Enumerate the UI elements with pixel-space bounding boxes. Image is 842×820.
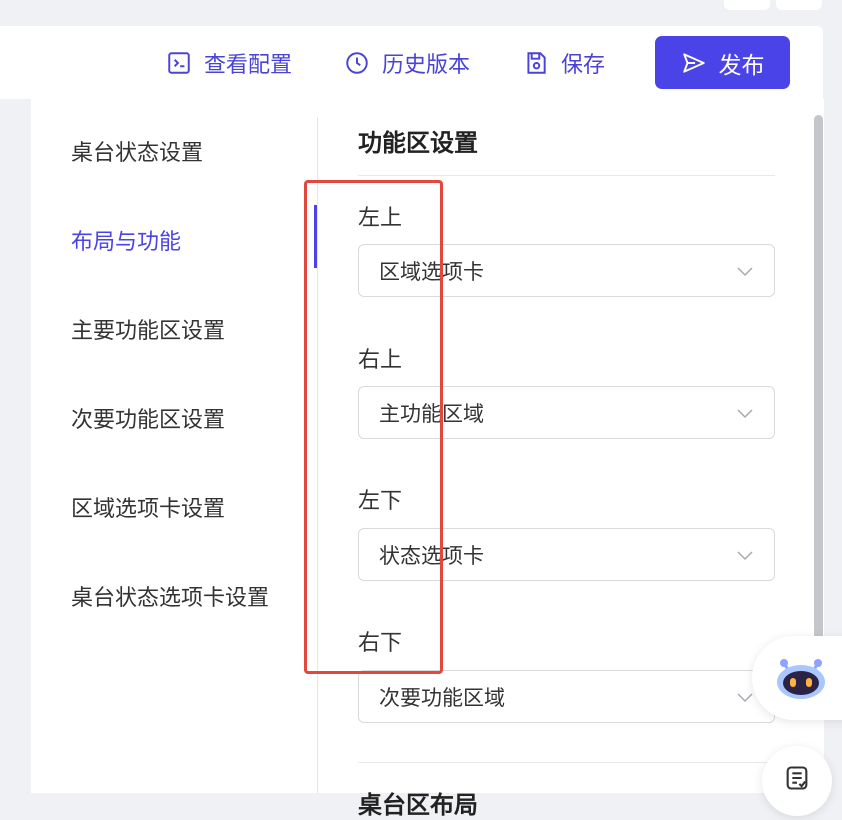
clock-icon: [346, 52, 368, 74]
chevron-down-icon: [737, 409, 753, 419]
divider: [317, 117, 318, 793]
nav-item-area-tab[interactable]: 区域选项卡设置: [71, 491, 225, 523]
select-value: 状态选项卡: [379, 543, 484, 568]
field-label-bottom-right: 右下: [358, 631, 403, 656]
notes-icon: [786, 766, 808, 790]
save-label: 保存: [561, 53, 606, 78]
field-label-bottom-left: 左下: [358, 489, 403, 514]
next-section-title: 桌台区布局: [358, 791, 478, 819]
select-bottom-left[interactable]: 状态选项卡: [358, 528, 775, 581]
window-control[interactable]: [776, 0, 822, 10]
history-button[interactable]: 历史版本: [344, 37, 470, 89]
save-button[interactable]: 保存: [523, 37, 605, 89]
select-value: 区域选项卡: [379, 259, 484, 284]
window-control[interactable]: [724, 0, 770, 10]
terminal-icon: [168, 52, 190, 74]
select-top-right[interactable]: 主功能区域: [358, 386, 775, 439]
view-config-label: 查看配置: [204, 53, 293, 78]
section-title: 功能区设置: [358, 129, 478, 157]
toolbar: 查看配置 历史版本 保存 发布: [0, 26, 823, 99]
publish-label: 发布: [718, 52, 765, 79]
robot-assistant-icon: [777, 659, 825, 699]
assistant-button[interactable]: [752, 636, 842, 720]
field-label-top-left: 左上: [358, 206, 403, 231]
select-bottom-right[interactable]: 次要功能区域: [358, 670, 775, 723]
view-config-button[interactable]: 查看配置: [166, 37, 292, 89]
save-icon: [527, 52, 546, 74]
select-value: 次要功能区域: [379, 685, 505, 710]
nav-item-table-status[interactable]: 桌台状态设置: [71, 135, 203, 167]
divider: [358, 175, 775, 176]
scrollbar-thumb[interactable]: [814, 115, 823, 695]
select-top-left[interactable]: 区域选项卡: [358, 244, 775, 297]
field-label-top-right: 右上: [358, 348, 403, 373]
nav-item-primary-area[interactable]: 主要功能区设置: [71, 313, 225, 345]
notes-button[interactable]: [762, 746, 832, 816]
publish-button[interactable]: 发布: [655, 36, 790, 89]
select-value: 主功能区域: [379, 401, 484, 426]
settings-panel: 桌台状态设置 布局与功能 主要功能区设置 次要功能区设置 区域选项卡设置 桌台状…: [31, 99, 824, 819]
nav-item-layout-function[interactable]: 布局与功能: [71, 224, 181, 256]
chevron-down-icon: [737, 551, 753, 561]
chevron-down-icon: [737, 267, 753, 277]
send-icon: [682, 52, 705, 73]
nav-item-table-status-tab[interactable]: 桌台状态选项卡设置: [71, 580, 269, 612]
chevron-down-icon: [737, 693, 753, 703]
history-label: 历史版本: [382, 53, 471, 78]
divider: [358, 762, 775, 763]
nav-item-secondary-area[interactable]: 次要功能区设置: [71, 402, 225, 434]
